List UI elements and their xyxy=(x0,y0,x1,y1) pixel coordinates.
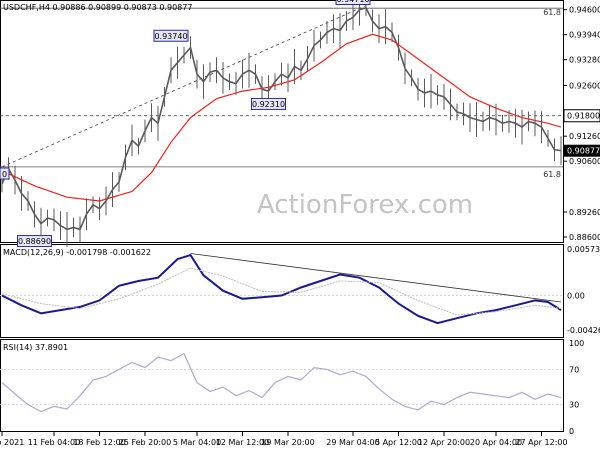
price-axis-label: 0.90600 xyxy=(569,157,600,166)
chart-canvas: ActionForex.com 0.886900.937400.92310 0.9… xyxy=(0,0,600,447)
rsi-axis-label: 70 xyxy=(569,365,579,374)
price-axis-label: 0.88600 xyxy=(569,233,600,242)
macd-trendline xyxy=(190,253,562,303)
price-callout-label: 0.88690 xyxy=(18,237,51,246)
x-axis-label: 20 Apr 04:00 xyxy=(470,438,522,447)
current-price-label: 0.90877 xyxy=(567,147,600,156)
edge-callout-label: 0 xyxy=(2,170,7,179)
x-axis-label: 5 Apr 12:00 xyxy=(375,438,422,447)
macd-signal-line xyxy=(1,267,562,316)
price-axis-label: 0.94600 xyxy=(569,6,600,15)
macd-axis-label: 0.005739 xyxy=(567,245,600,254)
x-axis-label: 12 Apr 20:00 xyxy=(418,438,470,447)
x-axis-label: 3 Feb 2021 xyxy=(0,438,24,447)
rsi-axis-label: 100 xyxy=(569,339,584,348)
moving-average-line xyxy=(1,33,562,202)
rsi-header: RSI(14) 37.8901 xyxy=(3,343,68,352)
macd-axis-label: 0.00 xyxy=(567,292,585,301)
rsi-panel xyxy=(0,339,564,432)
price-axis-label: 0.93280 xyxy=(569,56,600,65)
rsi-axis-label: 30 xyxy=(569,401,579,410)
macd-header: MACD(12,26,9) -0.001798 -0.001622 xyxy=(3,248,151,257)
price-axis-label: 0.92600 xyxy=(569,81,600,90)
x-axis-label: 5 Mar 04:00 xyxy=(173,438,221,447)
fib-label-lower: 61.8 xyxy=(543,170,561,179)
highlighted-level-label: 0.91800 xyxy=(567,112,600,121)
rsi-line xyxy=(1,352,562,413)
price-axis-label: 0.93940 xyxy=(569,31,600,40)
price-callout-label: 0.93740 xyxy=(154,32,187,41)
axis-labels: 0.94600 0.93940 0.93280 0.92600 0.91260 0.906… xyxy=(0,6,600,447)
watermark: ActionForex.com xyxy=(257,190,473,220)
price-axis-label: 0.91260 xyxy=(569,132,600,141)
price-callout-label: 0.94710 xyxy=(336,0,369,4)
x-axis-label: 27 Apr 12:00 xyxy=(515,438,567,447)
price-trendline xyxy=(1,5,367,168)
price-header: USDCHF,H4 0.90886 0.90899 0.90873 0.9087… xyxy=(3,3,192,12)
price-axis-label: 0.89260 xyxy=(569,208,600,217)
x-axis-label: 19 Mar 20:00 xyxy=(261,438,314,447)
trendlines xyxy=(1,5,562,303)
x-axis-label: 29 Mar 04:00 xyxy=(326,438,379,447)
macd-axis-label: -0.004261 xyxy=(567,326,600,335)
fib-label-upper: 61.8 xyxy=(543,8,561,17)
rsi-axis-label: 0 xyxy=(569,427,574,436)
price-callout-label: 0.92310 xyxy=(252,100,285,109)
x-axis-label: 25 Feb 20:00 xyxy=(119,438,171,447)
chart-window: ActionForex.com 0.88690 0.93740 0.92310 0.9… xyxy=(0,0,600,450)
